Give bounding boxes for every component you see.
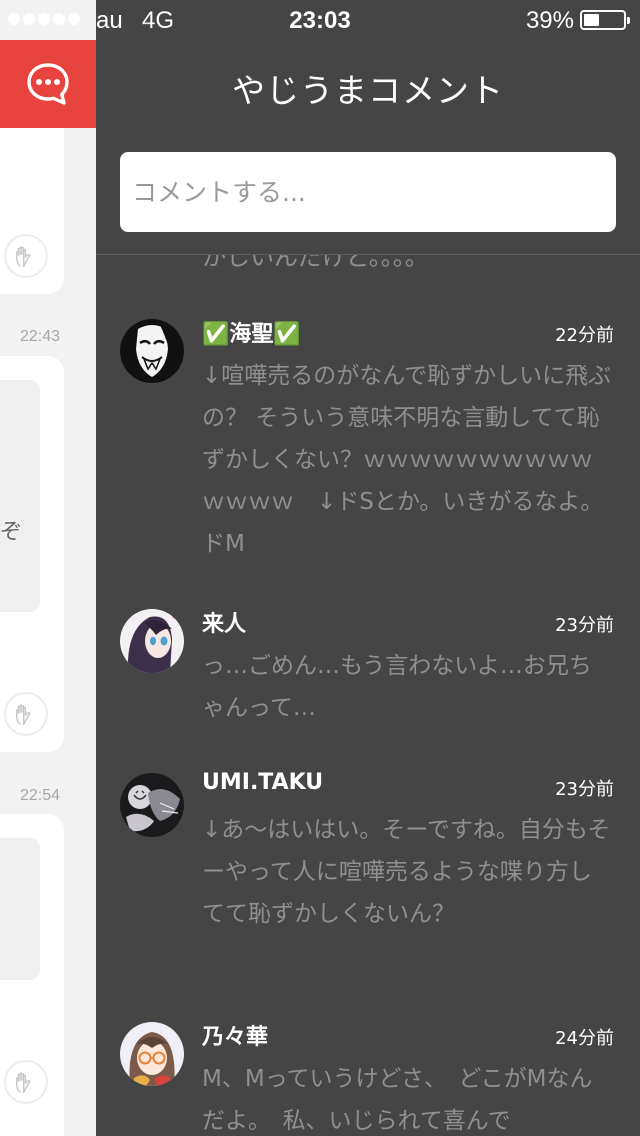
avatar[interactable]	[120, 319, 184, 383]
comment-input[interactable]	[120, 152, 616, 232]
reaction-button[interactable]	[4, 234, 48, 278]
avatar[interactable]	[120, 773, 184, 837]
avatar[interactable]	[120, 1022, 184, 1086]
anime-girl-avatar-icon	[120, 609, 184, 673]
comment-list[interactable]: かしいんだけど。。。。 ✅海聖✅ 22分前 ↓喧嘩売るのがなんで恥ずかしいに飛ぶ…	[96, 255, 640, 1136]
comment-text: っ…ごめん…もう言わないよ…お兄ちゃんって…	[202, 653, 592, 721]
comment-username[interactable]: 来人	[202, 606, 246, 638]
hand-icon	[15, 704, 31, 726]
comment-time: 24分前	[555, 1028, 614, 1049]
chat-bubble-content	[0, 380, 40, 612]
comment-text-partial: かしいんだけど。。。。	[202, 255, 429, 271]
comment-toggle-button[interactable]	[0, 40, 96, 128]
comment-username[interactable]: UMI.TAKU	[202, 770, 323, 795]
hand-icon	[15, 246, 31, 268]
background-chat-pane: 22:43 ぞ 22:54	[0, 0, 96, 1136]
avatar[interactable]	[120, 609, 184, 673]
reaction-button[interactable]	[4, 692, 48, 736]
chat-bubble	[0, 356, 64, 752]
reaction-button[interactable]	[4, 1060, 48, 1104]
comment-text: ↓あ〜はいはい。そーですね。自分もそーやって人に喧嘩売るような喋り方してて恥ずか…	[202, 817, 611, 927]
speech-bubble-ellipsis-icon	[27, 63, 69, 105]
battery-level-fill	[584, 14, 599, 26]
chat-bubble	[0, 814, 64, 1136]
comment-text: M、Mっていうけどさ、 どこがMなんだよ。 私、いじられて喜んで	[202, 1066, 593, 1134]
comment-panel: やじうまコメント かしいんだけど。。。。 ✅海聖✅ 22分前 ↓喧嘩売るのがなん…	[96, 0, 640, 1136]
comment-username[interactable]: ✅海聖✅	[202, 316, 301, 348]
anime-glasses-avatar-icon	[120, 1022, 184, 1086]
chat-timestamp: 22:54	[19, 787, 61, 804]
comment-time: 23分前	[555, 615, 614, 636]
status-bar: au 4G 23:03 39%	[0, 0, 640, 40]
chat-timestamp: 22:43	[19, 328, 61, 345]
comment-time: 22分前	[555, 325, 614, 346]
comment-text: ↓喧嘩売るのがなんで恥ずかしいに飛ぶの？ そういう意味不明な言動してて恥ずかしく…	[202, 363, 612, 557]
chat-bubble-content	[0, 838, 40, 980]
comment-username[interactable]: 乃々華	[202, 1019, 268, 1051]
battery-percentage: 39%	[525, 7, 574, 34]
comment-time: 23分前	[555, 779, 614, 800]
battery-icon	[580, 10, 630, 30]
hand-icon	[15, 1072, 31, 1094]
mask-avatar-icon	[120, 319, 184, 383]
page-title: やじうまコメント	[232, 71, 504, 110]
dark-art-avatar-icon	[120, 773, 184, 837]
truncated-chat-text: ぞ	[0, 520, 23, 545]
